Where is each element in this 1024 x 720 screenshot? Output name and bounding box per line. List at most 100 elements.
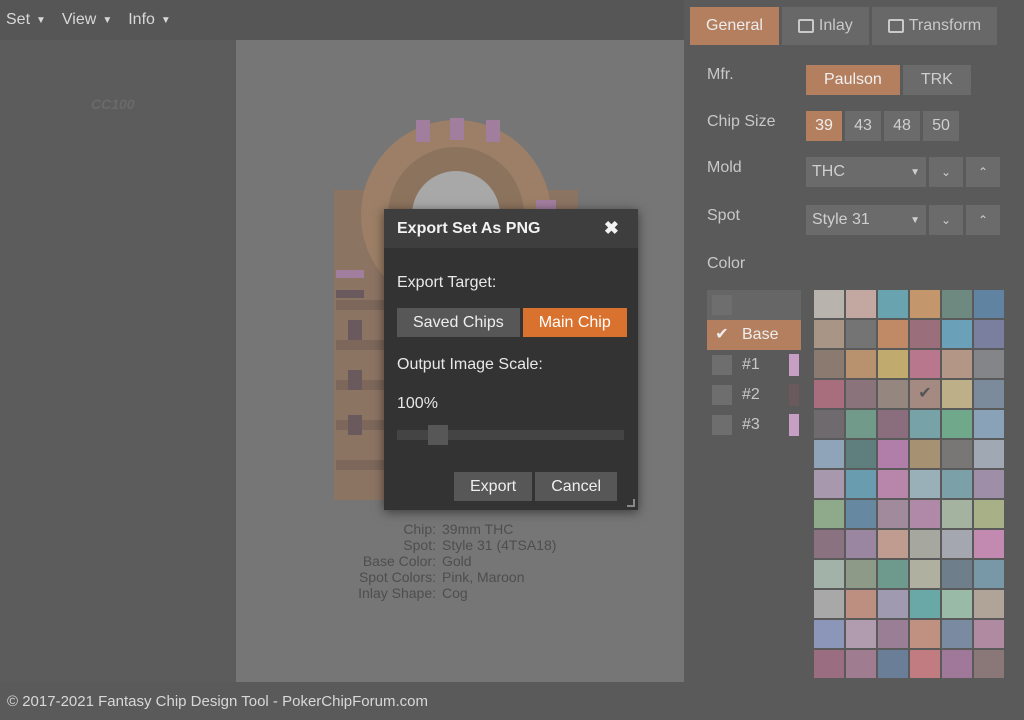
- palette-swatch[interactable]: [974, 470, 1004, 498]
- spot-select[interactable]: Style 31 ▼: [806, 205, 926, 235]
- mold-prev-button[interactable]: ⌃: [966, 157, 1000, 187]
- palette-swatch[interactable]: [814, 620, 844, 648]
- palette-swatch[interactable]: [974, 560, 1004, 588]
- palette-swatch[interactable]: [846, 350, 876, 378]
- palette-swatch[interactable]: [878, 590, 908, 618]
- spot-next-button[interactable]: ⌄: [929, 205, 963, 235]
- palette-swatch[interactable]: [910, 650, 940, 678]
- palette-swatch[interactable]: [846, 500, 876, 528]
- menu-info[interactable]: Info ▼: [128, 11, 171, 29]
- palette-swatch[interactable]: [942, 410, 972, 438]
- palette-swatch[interactable]: [814, 560, 844, 588]
- palette-swatch[interactable]: [846, 410, 876, 438]
- scale-slider-handle[interactable]: [428, 425, 449, 445]
- palette-swatch[interactable]: [878, 500, 908, 528]
- tab-inlay[interactable]: Inlay: [781, 7, 869, 45]
- palette-swatch[interactable]: [878, 470, 908, 498]
- palette-swatch[interactable]: [942, 320, 972, 348]
- palette-swatch[interactable]: [846, 380, 876, 408]
- palette-swatch[interactable]: [814, 500, 844, 528]
- color-slot-all[interactable]: [707, 290, 801, 320]
- menu-view[interactable]: View ▼: [62, 11, 112, 29]
- palette-swatch[interactable]: [878, 350, 908, 378]
- palette-swatch[interactable]: [974, 500, 1004, 528]
- palette-swatch[interactable]: [974, 620, 1004, 648]
- palette-swatch[interactable]: [846, 530, 876, 558]
- palette-swatch[interactable]: [910, 500, 940, 528]
- palette-swatch[interactable]: [910, 440, 940, 468]
- color-slot-1[interactable]: #1: [707, 350, 801, 380]
- palette-swatch[interactable]: [878, 320, 908, 348]
- palette-swatch[interactable]: [878, 620, 908, 648]
- palette-swatch[interactable]: [942, 500, 972, 528]
- tab-transform[interactable]: Transform: [871, 7, 998, 45]
- saved-chips-button[interactable]: Saved Chips: [397, 308, 520, 337]
- palette-swatch[interactable]: [878, 290, 908, 318]
- palette-swatch[interactable]: [910, 530, 940, 558]
- palette-swatch[interactable]: [974, 290, 1004, 318]
- palette-swatch[interactable]: [942, 290, 972, 318]
- palette-swatch[interactable]: [910, 290, 940, 318]
- palette-swatch[interactable]: [910, 410, 940, 438]
- palette-swatch[interactable]: [942, 350, 972, 378]
- palette-swatch[interactable]: [878, 440, 908, 468]
- palette-swatch[interactable]: [974, 350, 1004, 378]
- size-option-43[interactable]: 43: [845, 111, 881, 141]
- color-slot-3[interactable]: #3: [707, 410, 801, 440]
- palette-swatch[interactable]: [814, 650, 844, 678]
- palette-swatch[interactable]: [814, 590, 844, 618]
- palette-swatch[interactable]: [878, 380, 908, 408]
- palette-swatch[interactable]: [974, 530, 1004, 558]
- menu-set[interactable]: Set ▼: [6, 11, 46, 29]
- palette-swatch[interactable]: [846, 440, 876, 468]
- palette-swatch[interactable]: [974, 590, 1004, 618]
- palette-swatch[interactable]: [814, 290, 844, 318]
- main-chip-button[interactable]: Main Chip: [522, 308, 627, 337]
- palette-swatch[interactable]: [846, 560, 876, 588]
- palette-swatch[interactable]: [974, 320, 1004, 348]
- palette-swatch[interactable]: ✔: [910, 380, 940, 408]
- palette-swatch[interactable]: [942, 560, 972, 588]
- palette-swatch[interactable]: [846, 590, 876, 618]
- palette-swatch[interactable]: [846, 320, 876, 348]
- palette-swatch[interactable]: [846, 650, 876, 678]
- tab-general[interactable]: General: [690, 7, 779, 45]
- palette-swatch[interactable]: [814, 470, 844, 498]
- mold-next-button[interactable]: ⌄: [929, 157, 963, 187]
- palette-swatch[interactable]: [846, 290, 876, 318]
- palette-swatch[interactable]: [910, 560, 940, 588]
- palette-swatch[interactable]: [814, 320, 844, 348]
- size-option-50[interactable]: 50: [923, 111, 959, 141]
- palette-swatch[interactable]: [910, 320, 940, 348]
- mfr-option-trk[interactable]: TRK: [902, 65, 971, 95]
- palette-swatch[interactable]: [974, 410, 1004, 438]
- palette-swatch[interactable]: [942, 530, 972, 558]
- spot-prev-button[interactable]: ⌃: [966, 205, 1000, 235]
- palette-swatch[interactable]: [814, 440, 844, 468]
- size-option-39[interactable]: 39: [806, 111, 842, 141]
- mold-select[interactable]: THC ▼: [806, 157, 926, 187]
- palette-swatch[interactable]: [942, 650, 972, 678]
- cancel-button[interactable]: Cancel: [535, 472, 618, 501]
- palette-swatch[interactable]: [846, 620, 876, 648]
- export-button[interactable]: Export: [454, 472, 533, 501]
- size-option-48[interactable]: 48: [884, 111, 920, 141]
- palette-swatch[interactable]: [942, 620, 972, 648]
- color-slot-2[interactable]: #2: [707, 380, 801, 410]
- palette-swatch[interactable]: [942, 470, 972, 498]
- palette-swatch[interactable]: [814, 530, 844, 558]
- palette-swatch[interactable]: [974, 650, 1004, 678]
- palette-swatch[interactable]: [846, 470, 876, 498]
- palette-swatch[interactable]: [942, 440, 972, 468]
- palette-swatch[interactable]: [910, 470, 940, 498]
- palette-swatch[interactable]: [878, 560, 908, 588]
- palette-swatch[interactable]: [814, 350, 844, 378]
- resize-handle-icon[interactable]: [627, 499, 635, 507]
- palette-swatch[interactable]: [878, 410, 908, 438]
- palette-swatch[interactable]: [910, 350, 940, 378]
- palette-swatch[interactable]: [814, 380, 844, 408]
- palette-swatch[interactable]: [974, 380, 1004, 408]
- palette-swatch[interactable]: [878, 530, 908, 558]
- mfr-option-paulson[interactable]: Paulson: [806, 65, 900, 95]
- palette-swatch[interactable]: [942, 380, 972, 408]
